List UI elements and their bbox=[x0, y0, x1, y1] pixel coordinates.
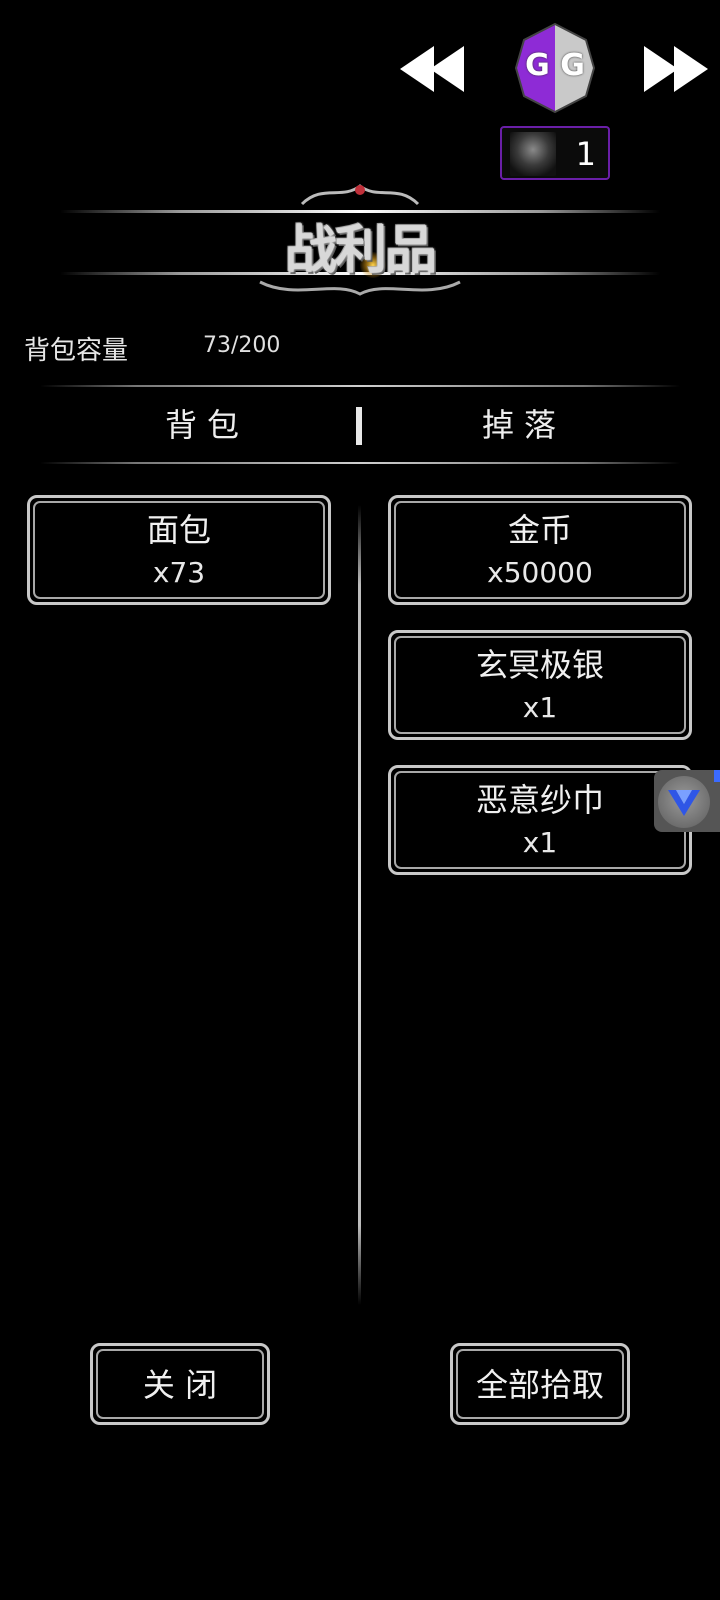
item-quantity: x50000 bbox=[487, 556, 593, 589]
drop-item[interactable]: 玄冥极银 x1 bbox=[388, 630, 692, 740]
tab-backpack[interactable]: 背包 bbox=[165, 400, 249, 446]
item-name: 恶意纱巾 bbox=[475, 781, 604, 819]
backpack-item[interactable]: 面包 x73 bbox=[27, 495, 331, 605]
avatar bbox=[510, 132, 556, 176]
gg-logo-text: G G bbox=[525, 48, 585, 83]
pickup-all-button[interactable]: 全部拾取 bbox=[450, 1343, 630, 1425]
ornament-top-icon bbox=[300, 184, 420, 206]
drop-item[interactable]: 金币 x50000 bbox=[388, 495, 692, 605]
capacity-label: 背包容量 bbox=[24, 336, 129, 366]
forward-button[interactable] bbox=[640, 44, 708, 98]
capacity-value: 73/200 bbox=[203, 333, 281, 358]
page-title: 战利品 bbox=[284, 220, 437, 281]
item-name: 面包 bbox=[146, 511, 211, 549]
title-banner: 战利品 bbox=[60, 180, 660, 305]
floating-button-indicator bbox=[714, 770, 720, 782]
process-count: 1 bbox=[575, 135, 596, 173]
column-divider bbox=[358, 505, 361, 1305]
item-quantity: x73 bbox=[152, 556, 206, 589]
tab-drops[interactable]: 掉落 bbox=[482, 400, 566, 446]
game-guardian-logo[interactable]: G G bbox=[514, 22, 596, 114]
close-button[interactable]: 关 闭 bbox=[90, 1343, 270, 1425]
item-quantity: x1 bbox=[522, 826, 558, 859]
item-name: 玄冥极银 bbox=[475, 646, 604, 684]
rewind-button[interactable] bbox=[400, 44, 468, 98]
process-selector[interactable]: 1 bbox=[500, 126, 610, 180]
item-name: 金币 bbox=[507, 511, 572, 549]
floating-assist-button[interactable] bbox=[654, 770, 720, 832]
close-button-label: 关 闭 bbox=[142, 1366, 218, 1404]
drop-item[interactable]: 恶意纱巾 x1 bbox=[388, 765, 692, 875]
divider-top bbox=[40, 385, 680, 387]
v-shield-icon bbox=[668, 790, 700, 816]
pickup-all-button-label: 全部拾取 bbox=[475, 1366, 604, 1404]
double-right-arrow-icon bbox=[644, 46, 708, 92]
divider-bottom bbox=[40, 462, 680, 464]
tab-separator bbox=[356, 407, 362, 445]
item-quantity: x1 bbox=[522, 691, 558, 724]
double-left-arrow-icon bbox=[400, 46, 464, 92]
